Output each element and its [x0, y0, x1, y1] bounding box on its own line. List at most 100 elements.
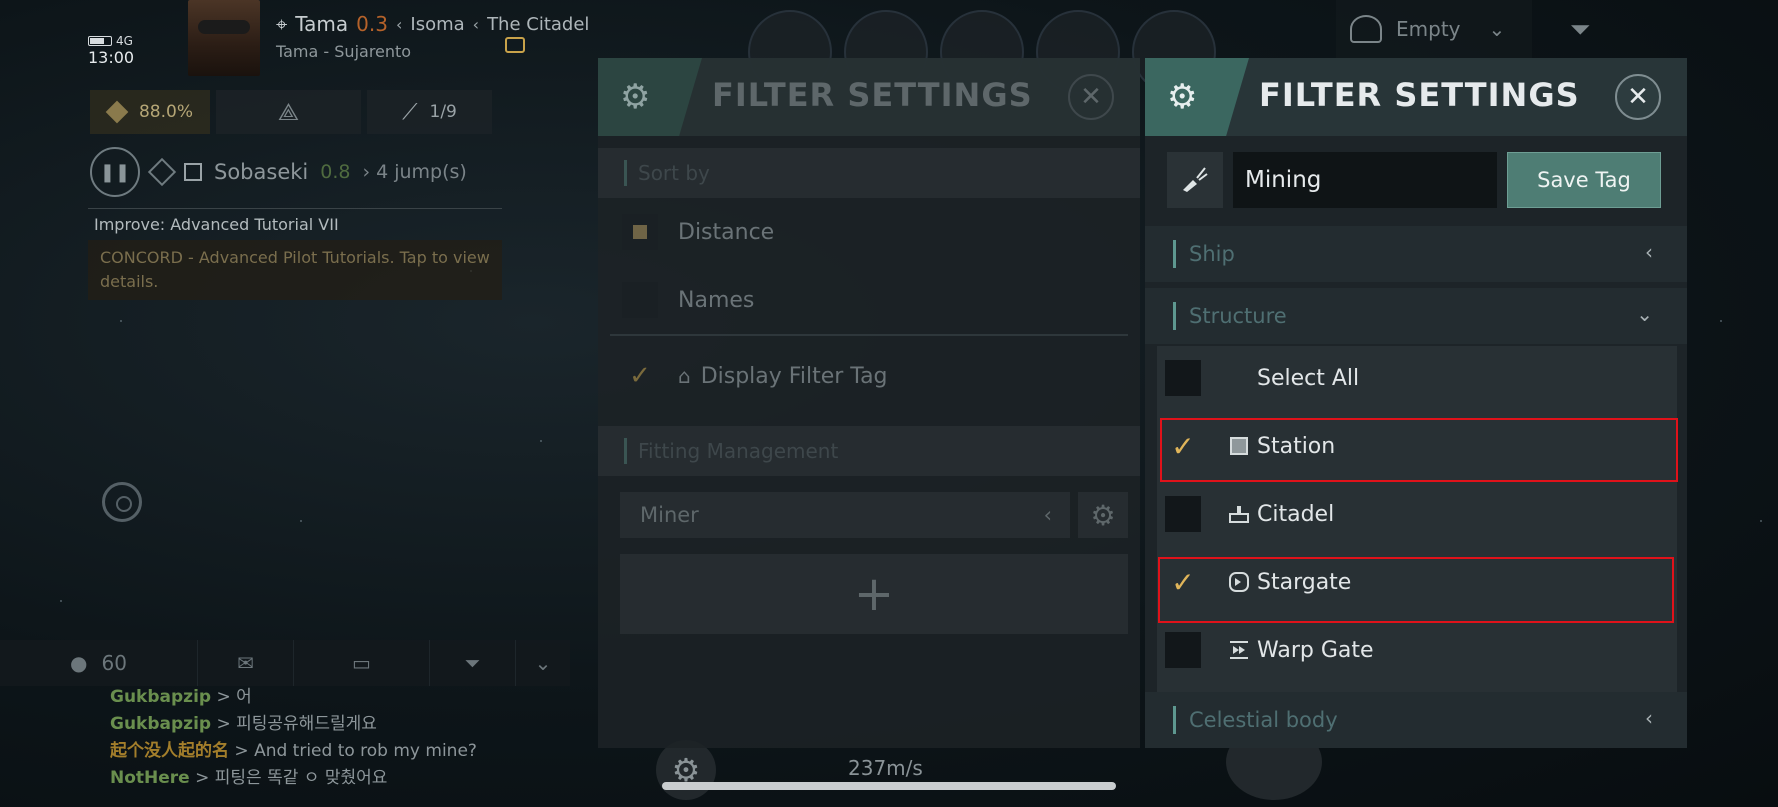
filter-settings-panel: ⚙ FILTER SETTINGS ✕ Mining Save Tag Ship…	[1145, 58, 1687, 748]
checkbox	[1165, 632, 1201, 668]
panel-header: ⚙ FILTER SETTINGS ✕	[598, 58, 1140, 136]
waypoint-icon	[147, 157, 177, 187]
home-indicator[interactable]	[662, 782, 1116, 790]
mission-title: Improve: Advanced Tutorial VII	[88, 208, 502, 240]
storage-selector[interactable]: Empty ⌄	[1336, 0, 1532, 58]
checkbox	[1165, 496, 1201, 532]
panel-title: FILTER SETTINGS	[712, 76, 1033, 114]
item-label: Warp Gate	[1257, 637, 1374, 663]
mining-laser-icon[interactable]	[1167, 152, 1223, 208]
device-status: 4G 13:00	[88, 32, 148, 72]
fleet-icon: ⟁	[277, 98, 300, 126]
chevron-left-icon: ‹	[1645, 240, 1653, 264]
location-hud: 4G 13:00 ⌖ Tama 0.3 ‹ Isoma ‹ The Citade…	[0, 0, 620, 78]
structure-item-citadel[interactable]: Citadel	[1157, 482, 1677, 546]
section-structure[interactable]: Structure ⌄	[1145, 288, 1687, 344]
chat-message: Gukbapzip > 피팅공유해드릴게요	[110, 714, 377, 734]
gear-icon: ⚙	[598, 58, 702, 136]
cargo-percent: 88.0%	[138, 102, 193, 122]
sort-option-names[interactable]: Names	[598, 266, 1140, 334]
option-label: Distance	[678, 219, 775, 245]
item-label: Citadel	[1257, 501, 1335, 527]
route-security: 0.8	[320, 161, 351, 183]
chevron-down-icon[interactable]: ⌄	[516, 640, 570, 686]
system-security: 0.3	[356, 12, 388, 36]
route-bar: ❚❚ Sobaseki 0.8 › 4 jump(s)	[90, 144, 500, 200]
character-portrait[interactable]	[188, 0, 260, 76]
chevron-down-icon: ⌄	[1488, 17, 1506, 41]
pause-autopilot-button[interactable]: ❚❚	[90, 147, 140, 197]
sort-by-header: Sort by	[598, 148, 1140, 198]
cargo-cell[interactable]: 88.0%	[90, 90, 210, 134]
citadel-icon	[1227, 502, 1251, 526]
fitting-select[interactable]: Miner ‹	[620, 492, 1070, 538]
mission-tracker[interactable]: Improve: Advanced Tutorial VII CONCORD -…	[88, 208, 502, 300]
mission-description: CONCORD - Advanced Pilot Tutorials. Tap …	[88, 240, 502, 300]
section-ship[interactable]: Ship ‹	[1145, 226, 1687, 282]
section-label: Structure	[1189, 304, 1287, 328]
network-label: 4G	[116, 34, 133, 48]
chevron-left-icon: ‹	[472, 14, 480, 34]
constellation-name: Isoma	[410, 13, 465, 35]
location-breadcrumb[interactable]: ⌖ Tama 0.3 ‹ Isoma ‹ The Citadel	[276, 12, 589, 36]
add-fitting-button[interactable]: +	[620, 554, 1128, 634]
target-ring-icon[interactable]	[102, 482, 142, 522]
location-subtitle: Tama - Sujarento	[276, 42, 412, 61]
chat-message: 起个没人起的名 > And tried to rob my mine?	[110, 741, 477, 761]
route-jumps: › 4 jump(s)	[362, 161, 467, 183]
chevron-left-icon: ‹	[1043, 503, 1052, 527]
gear-icon: ⚙	[1145, 58, 1249, 136]
fitting-row: Miner ‹ ⚙	[620, 492, 1128, 538]
progress-cell[interactable]: ⟋ 1/9	[367, 90, 492, 134]
trend-icon: ⟋	[402, 99, 418, 125]
fitting-value: Miner	[640, 503, 699, 527]
sort-option-distance[interactable]: Distance	[598, 198, 1140, 266]
chat-filter-icon[interactable]: ⏷	[430, 640, 516, 686]
docked-icon[interactable]	[505, 37, 525, 53]
chevron-left-icon: ‹	[395, 14, 403, 34]
chat-tabs: ● 60 ✉ ▭ ⏷ ⌄	[0, 640, 570, 686]
panel-title: FILTER SETTINGS	[1259, 76, 1580, 114]
fitting-gear-icon[interactable]: ⚙	[1078, 492, 1128, 538]
checkmark-icon: ✓	[629, 361, 651, 391]
member-count: 60	[101, 651, 127, 675]
system-name: Tama	[295, 12, 349, 36]
section-celestial-body[interactable]: Celestial body ‹	[1145, 692, 1687, 748]
close-button[interactable]: ✕	[1068, 74, 1114, 120]
chat-bubble-icon[interactable]: ▭	[294, 640, 430, 686]
route-destination[interactable]: Sobaseki	[214, 160, 308, 184]
cargo-icon	[105, 100, 129, 124]
chevron-down-icon: ⌄	[1636, 302, 1653, 326]
radio-box	[622, 214, 658, 250]
destination-square-icon	[184, 163, 202, 181]
checkbox	[1165, 360, 1201, 396]
chevron-left-icon: ‹	[1645, 706, 1653, 730]
structure-item-warp-gate[interactable]: Warp Gate	[1157, 618, 1677, 682]
chat-message: Gukbapzip > 어	[110, 687, 252, 707]
structure-select-all[interactable]: Select All	[1157, 346, 1677, 410]
panel-header: ⚙ FILTER SETTINGS ✕	[1145, 58, 1687, 136]
close-button[interactable]: ✕	[1615, 74, 1661, 120]
ship-status-bar: 88.0% ⟁ ⟋ 1/9	[90, 90, 500, 134]
item-label: Select All	[1257, 365, 1360, 391]
filter-tag-row: Mining Save Tag	[1167, 152, 1663, 208]
section-label: Ship	[1189, 242, 1235, 266]
chat-log[interactable]: Gukbapzip > 어 Gukbapzip > 피팅공유해드릴게요 起个没人…	[110, 684, 590, 792]
chat-members-tab[interactable]: ● 60	[0, 640, 198, 686]
user-icon: ●	[70, 651, 88, 675]
display-filter-tag-option[interactable]: ✓ ⌂ Display Filter Tag	[598, 336, 1140, 416]
warp-gate-icon	[1227, 638, 1251, 662]
save-tag-button[interactable]: Save Tag	[1507, 152, 1661, 208]
settings-gear-icon[interactable]: ⚙	[656, 740, 716, 800]
structure-list: Select All ✓ Station Citadel ✓ Stargate	[1157, 346, 1677, 692]
filter-icon[interactable]: ⏷	[1560, 10, 1600, 50]
tag-name-input[interactable]: Mining	[1233, 152, 1497, 208]
storage-label: Empty	[1396, 17, 1461, 41]
fleet-cell[interactable]: ⟁	[216, 90, 361, 134]
clock: 13:00	[88, 48, 135, 67]
structure-name: The Citadel	[487, 13, 590, 35]
highlight-station	[1160, 418, 1678, 482]
mail-icon[interactable]: ✉	[198, 640, 294, 686]
filter-settings-panel-background: ⚙ FILTER SETTINGS ✕ Sort by Distance Nam…	[598, 58, 1140, 748]
highlight-stargate	[1158, 557, 1674, 623]
